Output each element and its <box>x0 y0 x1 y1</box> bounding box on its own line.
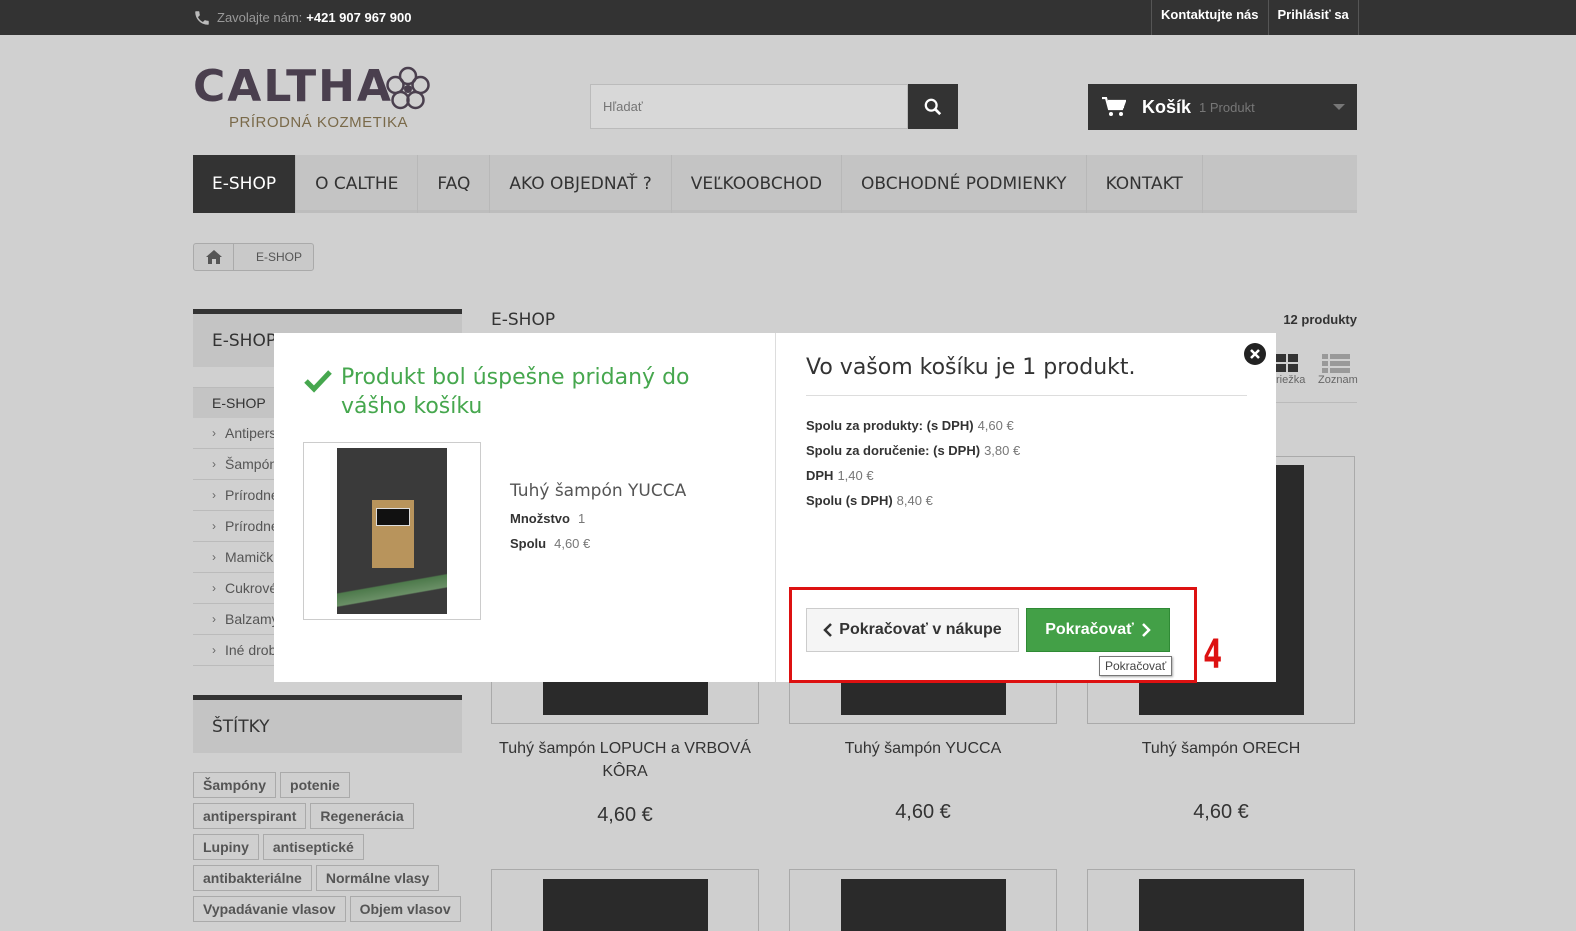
product-name[interactable]: Tuhý šampón LOPUCH a VRBOVÁ KÔRA <box>491 737 759 783</box>
modal-line-total: Spolu 4,60 € <box>510 536 591 551</box>
cart-icon <box>1102 97 1126 116</box>
tag[interactable]: Objem vlasov <box>349 896 461 922</box>
tag[interactable]: antiperspirant <box>193 803 307 829</box>
view-list-label: Zoznam <box>1318 374 1358 386</box>
chevron-right-icon: › <box>212 426 216 440</box>
summary-row: Spolu za doručenie: (s DPH) 3,80 € <box>806 443 1021 458</box>
site-logo[interactable]: CALTHA PRÍRODNÁ KOZMETIKA <box>193 62 443 132</box>
nav-kontakt[interactable]: KONTAKT <box>1087 155 1203 213</box>
call-label: Zavolajte nám: <box>217 10 303 25</box>
view-grid-toggle[interactable]: riežka <box>1276 354 1305 386</box>
logo-brand: CALTHA <box>193 61 393 112</box>
top-bar: Zavolajte nám: +421 907 967 900 Kontaktu… <box>0 0 1576 35</box>
tag-cloud: Šampóny potenie antiperspirant Regenerác… <box>193 772 462 922</box>
search-input[interactable] <box>590 84 908 129</box>
tag[interactable]: Vypadávanie vlasov <box>193 896 346 922</box>
tag[interactable]: potenie <box>280 772 350 798</box>
product-thumbnail <box>303 442 481 620</box>
product-name[interactable]: Tuhý šampón YUCCA <box>789 737 1057 760</box>
nav-obchodne-podmienky[interactable]: OBCHODNÉ PODMIENKY <box>842 155 1087 213</box>
annotation-step-number: 4 <box>1203 632 1223 678</box>
product-card-image[interactable] <box>1087 869 1355 931</box>
tag[interactable]: Šampóny <box>193 772 277 798</box>
summary-row: DPH 1,40 € <box>806 468 874 483</box>
view-grid-label: riežka <box>1276 374 1306 386</box>
cart-summary: Spolu za produkty: (s DPH) 4,60 € Spolu z… <box>806 413 1020 513</box>
continue-shopping-button[interactable]: Pokračovať v nákupe <box>806 608 1019 652</box>
nav-eshop[interactable]: E-SHOP <box>193 155 297 213</box>
chevron-right-icon: › <box>212 519 216 533</box>
view-list-toggle[interactable]: Zoznam <box>1318 354 1358 386</box>
chevron-right-icon: › <box>212 643 216 657</box>
main-nav: E-SHOP O CALTHE FAQ AKO OBJEDNAŤ ? VEĽKO… <box>193 155 1357 213</box>
modal-quantity: Množstvo 1 <box>510 511 586 526</box>
breadcrumb-home[interactable] <box>194 244 234 270</box>
product-name[interactable]: Tuhý šampón ORECH <box>1087 737 1355 760</box>
home-icon <box>205 250 222 264</box>
search-bar <box>590 84 958 129</box>
phone-number: +421 907 967 900 <box>306 10 412 25</box>
tag[interactable]: Lupiny <box>193 834 259 860</box>
success-message: Produkt bol úspešne pridaný do vášho koš… <box>304 363 744 421</box>
breadcrumb: E-SHOP <box>193 243 315 271</box>
flower-logo-icon <box>386 66 430 110</box>
summary-row: Spolu (s DPH) 8,40 € <box>806 493 933 508</box>
check-icon <box>304 370 332 393</box>
list-icon <box>1322 354 1350 373</box>
search-button[interactable] <box>908 84 958 129</box>
page-title: E-SHOP <box>491 310 556 330</box>
product-card-image[interactable] <box>789 869 1057 931</box>
modal-product-name: Tuhý šampón YUCCA <box>510 481 687 501</box>
summary-row: Spolu za produkty: (s DPH) 4,60 € <box>806 418 1014 433</box>
tooltip: Pokračovať <box>1099 656 1173 676</box>
cart-summary-title: Vo vašom košíku je 1 produkt. <box>806 355 1247 396</box>
success-text: Produkt bol úspešne pridaný do vášho koš… <box>341 365 690 419</box>
contact-link[interactable]: Kontaktujte nás <box>1151 0 1268 35</box>
product-price: 4,60 € <box>895 801 951 823</box>
tag[interactable]: antiseptické <box>262 834 364 860</box>
chevron-right-icon: › <box>212 581 216 595</box>
grid-icon <box>1276 354 1298 372</box>
close-icon <box>1250 349 1260 359</box>
product-price: 4,60 € <box>1193 801 1249 823</box>
cart-label: Košík <box>1142 96 1192 117</box>
product-price: 4,60 € <box>597 804 653 826</box>
tags-title: ŠTÍTKY <box>212 716 270 737</box>
tag[interactable]: Regenerácia <box>310 803 414 829</box>
login-link[interactable]: Prihlásiť sa <box>1267 0 1359 35</box>
chevron-left-icon <box>823 623 833 637</box>
phone-contact: Zavolajte nám: +421 907 967 900 <box>193 0 411 35</box>
logo-tagline: PRÍRODNÁ KOZMETIKA <box>229 114 409 131</box>
search-icon <box>924 98 942 115</box>
nav-faq[interactable]: FAQ <box>418 155 491 213</box>
proceed-checkout-button[interactable]: Pokračovať <box>1026 608 1170 652</box>
cart-count: 1 Produkt <box>1199 99 1255 115</box>
modal-product-panel: Produkt bol úspešne pridaný do vášho koš… <box>274 333 776 682</box>
product-card-image[interactable] <box>491 869 759 931</box>
chevron-right-icon <box>1141 623 1151 637</box>
chevron-down-icon <box>1333 104 1345 110</box>
nav-o-calthe[interactable]: O CALTHE <box>296 155 419 213</box>
tag[interactable]: antibakteriálne <box>193 865 312 891</box>
close-button[interactable] <box>1244 343 1266 365</box>
chevron-right-icon: › <box>212 488 216 502</box>
phone-icon <box>195 10 209 25</box>
nav-velkoobchod[interactable]: VEĽKOOBCHOD <box>672 155 843 213</box>
tag[interactable]: Normálne vlasy <box>315 865 440 891</box>
breadcrumb-current[interactable]: E-SHOP <box>234 244 313 270</box>
cart-button[interactable]: Košík 1 Produkt <box>1088 84 1357 130</box>
nav-ako-objednat[interactable]: AKO OBJEDNAŤ ? <box>490 155 672 213</box>
chevron-right-icon: › <box>212 612 216 626</box>
chevron-right-icon: › <box>212 550 216 564</box>
chevron-right-icon: › <box>212 457 216 471</box>
product-count: 12 produkty <box>1283 312 1357 327</box>
sidebar-tags-header: ŠTÍTKY <box>193 695 462 753</box>
